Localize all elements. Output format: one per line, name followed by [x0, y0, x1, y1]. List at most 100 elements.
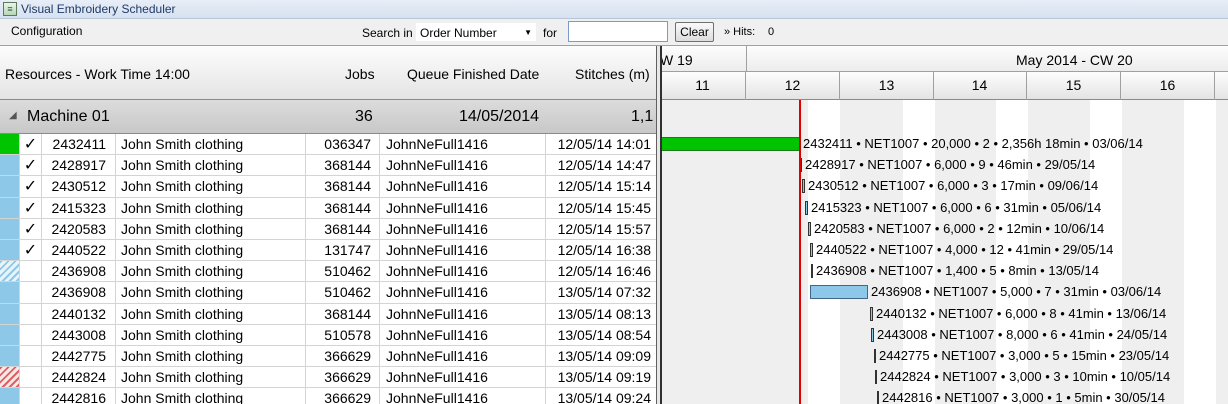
header-stitches[interactable]: Stitches (m) — [575, 66, 650, 82]
job-bar[interactable] — [808, 221, 811, 236]
job-bar[interactable] — [871, 327, 874, 342]
job-bar-label: 2442775 • NET1007 • 3,000 • 5 • 15min • … — [879, 348, 1170, 363]
check-mark: ✓ — [20, 239, 42, 261]
order-number: 2440132 — [42, 303, 116, 324]
search-field-select[interactable]: Order Number ▼ — [415, 22, 537, 42]
machine-group-row[interactable]: ◢ Machine 01 36 14/05/2014 1,1 — [0, 100, 656, 134]
customer-name: John Smith clothing — [116, 155, 306, 176]
check-mark — [20, 345, 42, 367]
job-row[interactable]: 2442816 John Smith clothing 366629 JohnNeFu… — [0, 388, 656, 404]
job-rows: ✓ 2432411 John Smith clothing 036347 JohnNeF… — [0, 134, 656, 404]
start-date: 13/05/14 09:24 — [557, 390, 651, 404]
design-file: JohnNeFull1416 — [380, 155, 546, 176]
order-number: 2436908 — [42, 261, 116, 282]
customer-name: John Smith clothing — [116, 176, 306, 197]
job-bar[interactable] — [877, 391, 879, 404]
customer-name: John Smith clothing — [116, 134, 306, 155]
header-queue-finished-date[interactable]: Queue Finished Date — [407, 66, 539, 82]
status-cell — [0, 239, 20, 261]
header-resources[interactable]: Resources - Work Time 14:00 — [5, 66, 190, 82]
status-cell — [0, 367, 20, 388]
job-bar[interactable] — [870, 306, 873, 321]
app-icon: ≡ — [3, 2, 17, 16]
design-number: 366629 — [306, 388, 380, 404]
gantt-day-header: 11 12 13 14 15 16 — [660, 72, 1228, 100]
job-bar-label: 2420583 • NET1007 • 6,000 • 2 • 12min • … — [814, 220, 1105, 236]
day-column-13: 13 — [840, 72, 934, 100]
for-label: for — [543, 26, 558, 40]
configuration-menu[interactable]: Configuration — [11, 24, 82, 38]
status-cell — [0, 218, 20, 239]
job-bar[interactable] — [874, 349, 876, 363]
design-number: 510578 — [306, 324, 380, 345]
design-number: 366629 — [306, 367, 380, 388]
design-number: 510462 — [306, 282, 380, 303]
status-cell — [0, 324, 20, 345]
work-time-stripe — [1184, 100, 1216, 404]
job-row[interactable]: 2443008 John Smith clothing 510578 JohnNeFu… — [0, 324, 656, 346]
day-column-16: 16 — [1121, 72, 1215, 100]
header-jobs[interactable]: Jobs — [345, 66, 375, 82]
design-file: JohnNeFull1416 — [380, 303, 546, 324]
customer-name: John Smith clothing — [116, 367, 306, 388]
order-number: 2415323 — [42, 197, 116, 218]
job-bar-label: 2436908 • NET1007 • 5,000 • 7 • 31min • … — [871, 284, 1162, 300]
design-file: JohnNeFull1416 — [380, 261, 546, 282]
check-mark — [20, 303, 42, 324]
start-date: 12/05/14 16:38 — [557, 241, 651, 258]
job-bar[interactable] — [805, 200, 808, 215]
customer-name: John Smith clothing — [116, 388, 306, 404]
customer-name: John Smith clothing — [116, 282, 306, 303]
design-file: JohnNeFull1416 — [380, 388, 546, 404]
job-bar-label: 2443008 • NET1007 • 8,000 • 6 • 41min • … — [877, 326, 1168, 342]
job-row[interactable]: ✓ 2430512 John Smith clothing 368144 JohnNeF… — [0, 176, 656, 198]
day-column-12: 12 — [746, 72, 840, 100]
job-row[interactable]: 2442824 John Smith clothing 366629 JohnNeFu… — [0, 367, 656, 389]
job-bar-label: 2430512 • NET1007 • 6,000 • 3 • 17min • … — [808, 178, 1099, 194]
job-bar-label: 2442816 • NET1007 • 3,000 • 1 • 5min • 3… — [882, 390, 1165, 404]
clear-button[interactable]: Clear — [675, 22, 714, 42]
start-date: 12/05/14 15:14 — [557, 178, 651, 195]
job-row[interactable]: 2442775 John Smith clothing 366629 JohnNeFu… — [0, 345, 656, 368]
design-number: 366629 — [306, 345, 380, 367]
design-file: JohnNeFull1416 — [380, 345, 546, 367]
status-cell — [0, 155, 20, 176]
job-bar[interactable] — [811, 264, 813, 279]
gantt-chart: W 19 May 2014 - CW 20 11 12 13 14 15 16 24324… — [660, 46, 1228, 404]
check-mark: ✓ — [20, 218, 42, 239]
check-mark — [20, 367, 42, 388]
start-date: 12/05/14 15:45 — [557, 199, 651, 216]
customer-name: John Smith clothing — [116, 345, 306, 367]
job-row[interactable]: ✓ 2440522 John Smith clothing 131747 JohnNeF… — [0, 239, 656, 262]
status-cell — [0, 282, 20, 303]
order-number: 2440522 — [42, 239, 116, 261]
search-input[interactable] — [568, 21, 668, 42]
job-row[interactable]: ✓ 2432411 John Smith clothing 036347 JohnNeF… — [0, 134, 656, 156]
order-number: 2420583 — [42, 218, 116, 239]
job-bar[interactable] — [660, 137, 800, 151]
grid-header: Resources - Work Time 14:00 Jobs Queue F… — [0, 46, 656, 100]
job-bar[interactable] — [875, 370, 877, 385]
design-file: JohnNeFull1416 — [380, 367, 546, 388]
collapse-triangle-icon[interactable]: ◢ — [9, 110, 17, 121]
job-row[interactable]: ✓ 2428917 John Smith clothing 368144 JohnNeF… — [0, 155, 656, 177]
customer-name: John Smith clothing — [116, 218, 306, 239]
job-row[interactable]: ✓ 2420583 John Smith clothing 368144 JohnNeF… — [0, 218, 656, 240]
hits-count: 0 — [768, 26, 775, 38]
start-date: 13/05/14 07:32 — [557, 284, 651, 301]
job-bar[interactable] — [810, 243, 813, 257]
job-row[interactable]: 2436908 John Smith clothing 510462 JohnNeFu… — [0, 261, 656, 283]
job-bar[interactable] — [810, 285, 868, 300]
job-row[interactable]: ✓ 2415323 John Smith clothing 368144 JohnNeF… — [0, 197, 656, 219]
week-divider — [746, 46, 747, 72]
order-number: 2443008 — [42, 324, 116, 345]
job-row[interactable]: 2440132 John Smith clothing 368144 JohnNeFu… — [0, 303, 656, 325]
job-row[interactable]: 2436908 John Smith clothing 510462 JohnNeFu… — [0, 282, 656, 304]
start-date: 12/05/14 15:57 — [557, 220, 651, 237]
job-bar[interactable] — [802, 179, 805, 194]
order-number: 2428917 — [42, 155, 116, 176]
machine-name: Machine 01 — [27, 108, 110, 125]
order-number: 2432411 — [42, 134, 116, 155]
customer-name: John Smith clothing — [116, 261, 306, 282]
design-file: JohnNeFull1416 — [380, 239, 546, 261]
